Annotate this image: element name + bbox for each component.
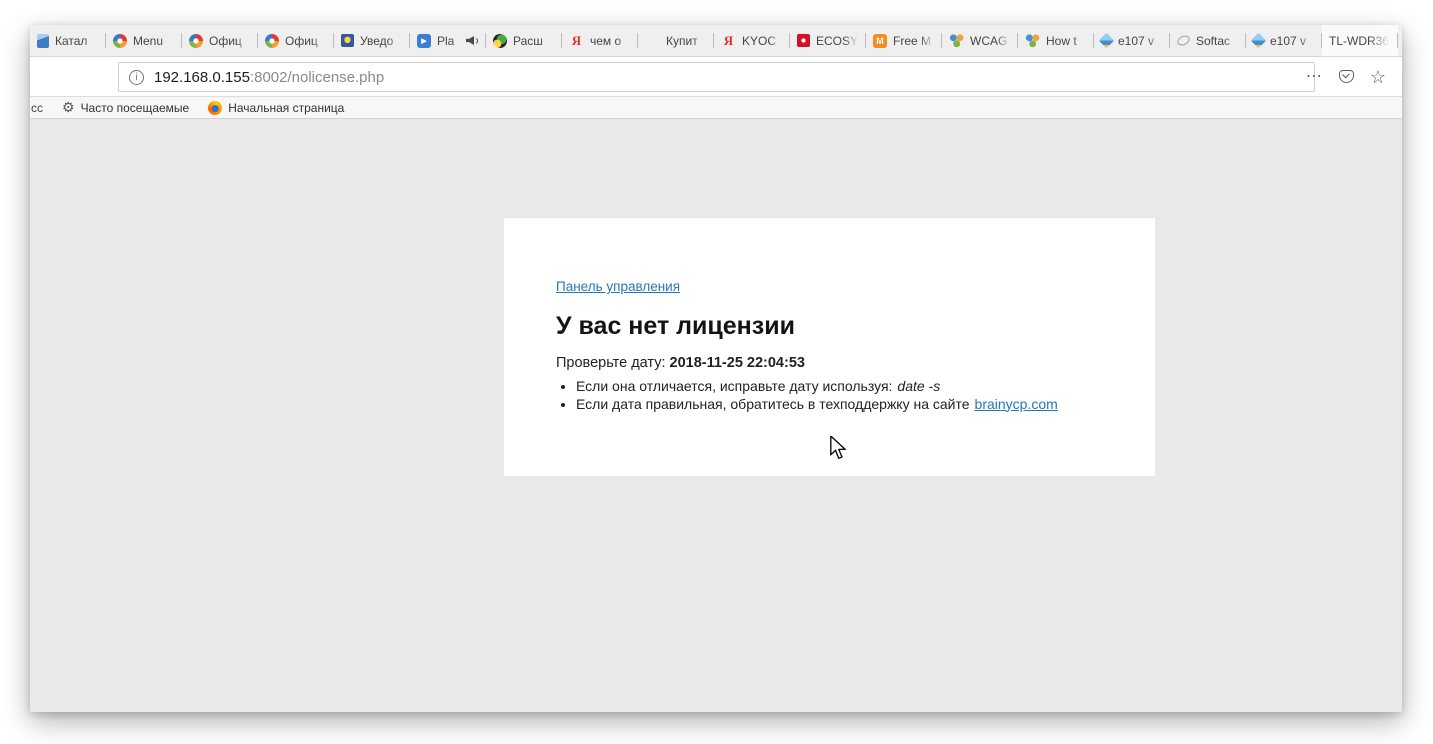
circles-favicon-icon — [1025, 33, 1040, 48]
tab-title: Офиц — [285, 34, 327, 48]
browser-tab[interactable]: Уведо — [334, 25, 410, 56]
browser-tab[interactable]: e107 v — [1094, 25, 1170, 56]
tab-title: Катал — [55, 34, 99, 48]
m-favicon-icon: M — [873, 34, 887, 48]
browser-tab[interactable]: Катал — [30, 25, 106, 56]
browser-tab[interactable]: How t — [1018, 25, 1094, 56]
soft-favicon-icon — [1176, 34, 1192, 48]
dark-favicon-icon — [493, 34, 507, 48]
tab-title: Расш — [513, 34, 555, 48]
e107-favicon-icon — [1099, 33, 1115, 49]
tab-title: Free M — [893, 34, 935, 48]
toolbar-buttons: ⋯ ☆ — [1306, 57, 1386, 96]
bookmark-label: Часто посещаемые — [81, 101, 190, 115]
page-title: У вас нет лицензии — [556, 312, 795, 341]
browser-tab[interactable]: WCAG — [942, 25, 1018, 56]
control-panel-link[interactable]: Панель управления — [556, 279, 680, 294]
joomla-favicon-icon — [113, 34, 127, 48]
tab-title: e107 v — [1270, 34, 1315, 48]
tab-title: Softac — [1196, 34, 1239, 48]
bookmark-star-icon[interactable]: ☆ — [1370, 68, 1386, 86]
bookmark-frequently-visited[interactable]: Часто посещаемые — [62, 99, 189, 116]
site-info-icon[interactable] — [129, 70, 144, 85]
tab-title: Menu — [133, 34, 175, 48]
browser-tab[interactable]: Офиц — [182, 25, 258, 56]
tab-title: KYOC — [742, 34, 783, 48]
shell-command: date -s — [897, 378, 940, 394]
badge-favicon-icon — [341, 34, 354, 47]
browser-tab[interactable]: Я чем о — [562, 25, 638, 56]
page-viewport: Панель управления У вас нет лицензии Про… — [30, 119, 1402, 712]
browser-tab[interactable]: Menu — [106, 25, 182, 56]
tab-title: WCAG — [970, 34, 1011, 48]
navigation-toolbar: 192.168.0.155:8002/nolicense.php ⋯ ☆ — [30, 57, 1402, 96]
browser-tab[interactable]: M Free M — [866, 25, 942, 56]
tab-title: Уведо — [360, 34, 403, 48]
url-text[interactable]: 192.168.0.155:8002/nolicense.php — [154, 69, 384, 86]
tab-title: чем о — [590, 34, 631, 48]
bookmarks-bar: сс Часто посещаемые Начальная страница — [30, 96, 1402, 119]
license-error-card: Панель управления У вас нет лицензии Про… — [504, 218, 1155, 476]
tab-title: TL-WDR36 — [1329, 34, 1391, 48]
bookmark-home-page[interactable]: Начальная страница — [208, 101, 344, 115]
tab-title: ECOSY — [816, 34, 859, 48]
browser-tab[interactable]: Купит — [638, 25, 714, 56]
bookmark-label: Начальная страница — [228, 101, 344, 115]
address-bar[interactable]: 192.168.0.155:8002/nolicense.php — [118, 62, 1315, 92]
tab-title: Pla — [437, 34, 460, 48]
browser-tab[interactable]: ▶ Pla — [410, 25, 486, 56]
hint-item: Если дата правильная, обратитесь в техпо… — [576, 396, 1058, 414]
brainycp-link[interactable]: brainycp.com — [975, 396, 1058, 412]
browser-tab[interactable]: ECOSY — [790, 25, 866, 56]
page-actions-icon[interactable]: ⋯ — [1306, 69, 1323, 85]
browser-tab[interactable]: Softac — [1170, 25, 1246, 56]
e107-favicon-icon — [1251, 33, 1267, 49]
tab-title: Купит — [666, 34, 707, 48]
audio-speaker-icon[interactable] — [466, 35, 479, 46]
circles-favicon-icon — [949, 33, 964, 48]
browser-window: Катал Menu Офиц Офиц Уведо ▶ Pla Расш Я … — [30, 25, 1402, 712]
browser-tab[interactable]: TL-WDR36 — [1322, 25, 1398, 56]
tab-title: e107 v — [1118, 34, 1163, 48]
hand-favicon-icon — [645, 33, 660, 48]
tab-title: How t — [1046, 34, 1087, 48]
clipped-bookmark[interactable]: сс — [31, 101, 43, 115]
tab-strip: Катал Menu Офиц Офиц Уведо ▶ Pla Расш Я … — [30, 25, 1402, 57]
joomla-favicon-icon — [265, 34, 279, 48]
browser-tab[interactable]: e107 v — [1246, 25, 1322, 56]
play-favicon-icon: ▶ — [417, 34, 431, 48]
hint-item: Если она отличается, исправьте дату испо… — [576, 378, 1058, 396]
browser-tab[interactable]: Расш — [486, 25, 562, 56]
yandex-favicon-icon: Я — [721, 33, 736, 48]
yandex-favicon-icon: Я — [569, 33, 584, 48]
joomla-favicon-icon — [189, 34, 203, 48]
kyocera-favicon-icon — [797, 34, 810, 47]
browser-tab[interactable]: Офиц — [258, 25, 334, 56]
check-date-line: Проверьте дату:2018-11-25 22:04:53 — [556, 355, 805, 371]
firefox-icon — [208, 101, 222, 115]
browser-tab[interactable]: Я KYOC — [714, 25, 790, 56]
pocket-icon[interactable] — [1339, 70, 1354, 83]
hint-list: Если она отличается, исправьте дату испо… — [576, 378, 1058, 413]
date-value: 2018-11-25 22:04:53 — [670, 355, 805, 371]
gear-icon — [62, 99, 75, 116]
tab-title: Офиц — [209, 34, 251, 48]
doc-favicon-icon — [37, 34, 49, 48]
